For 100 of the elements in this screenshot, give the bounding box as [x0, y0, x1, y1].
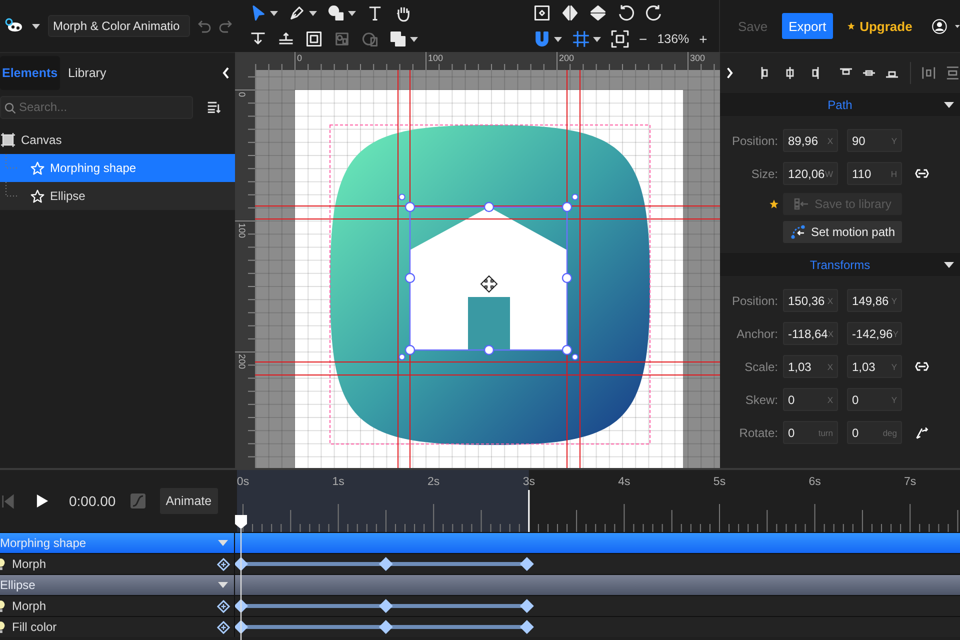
play-icon[interactable]: [36, 493, 49, 509]
layer-list-item[interactable]: Canvas: [0, 126, 235, 154]
frame-select-icon[interactable]: [305, 30, 323, 48]
redo-icon[interactable]: [218, 18, 234, 34]
zoom-in-button[interactable]: +: [699, 31, 708, 47]
skip-to-start-icon[interactable]: [2, 494, 14, 508]
section-title: Path: [828, 98, 852, 112]
time-label: 4s: [618, 476, 630, 488]
shapes-icon[interactable]: [327, 4, 345, 22]
work-area-end-line[interactable]: [528, 490, 530, 532]
keyframe[interactable]: [235, 620, 248, 634]
property-label: Anchor:: [736, 326, 778, 340]
number-field[interactable]: 0 deg: [847, 421, 902, 444]
number-field[interactable]: 0 turn: [783, 421, 838, 444]
distribute-horizontal-icon[interactable]: [921, 65, 937, 81]
number-field[interactable]: -118,64X: [783, 322, 838, 345]
caret-icon[interactable]: [32, 24, 40, 28]
caret-icon[interactable]: [955, 24, 960, 28]
resize-handle[interactable]: [404, 272, 416, 284]
fit-selection-icon[interactable]: [533, 4, 551, 22]
time-ruler[interactable]: [237, 470, 960, 532]
rotate-right-icon[interactable]: [645, 4, 663, 22]
number-field[interactable]: 120,06W: [783, 162, 838, 185]
number-field[interactable]: 150,36 X: [783, 289, 838, 312]
caret-icon[interactable]: [410, 36, 418, 42]
add-keyframe-icon[interactable]: [217, 600, 230, 612]
undo-icon[interactable]: [196, 18, 212, 34]
resize-handle[interactable]: [484, 202, 494, 212]
add-keyframe-icon[interactable]: [217, 558, 230, 570]
resize-handle[interactable]: [562, 344, 572, 356]
rotate-handle[interactable]: [398, 194, 406, 200]
arrange-icon[interactable]: [389, 30, 407, 48]
caret-icon[interactable]: [270, 10, 278, 16]
keyframe[interactable]: [520, 620, 534, 634]
keyframe[interactable]: [378, 620, 393, 634]
number-field[interactable]: 1,03 X: [783, 355, 838, 378]
zoom-out-button[interactable]: −: [639, 31, 648, 47]
link-icon[interactable]: [915, 168, 929, 179]
flip-vertical-icon[interactable]: [589, 4, 607, 22]
project-title-field[interactable]: Morph & Color Animatio: [48, 15, 190, 37]
number-field[interactable]: 0 Y: [847, 388, 902, 411]
time-label: 2s: [428, 476, 440, 488]
resize-handle[interactable]: [562, 272, 572, 284]
link-icon[interactable]: [915, 361, 929, 372]
rotate-handle[interactable]: [572, 354, 578, 360]
number-field[interactable]: 1,03 Y: [847, 355, 902, 378]
section-header[interactable]: Transforms: [720, 253, 960, 276]
caret-icon[interactable]: [348, 10, 356, 16]
export-button[interactable]: Export: [782, 13, 834, 39]
rotate-handle[interactable]: [398, 354, 406, 360]
search-field[interactable]: Search...: [0, 96, 193, 118]
grid-icon[interactable]: [572, 30, 590, 48]
resize-handle[interactable]: [484, 344, 494, 356]
group-icon[interactable]: [333, 30, 351, 48]
sort-icon[interactable]: [207, 100, 221, 114]
keyframe[interactable]: [378, 557, 393, 571]
rotate-handle[interactable]: [572, 194, 578, 200]
add-keyframe-icon[interactable]: [217, 620, 230, 634]
magnet-icon[interactable]: [533, 30, 551, 48]
caret-icon[interactable]: [309, 10, 317, 16]
panel-tab[interactable]: Library: [66, 56, 118, 90]
caret-icon[interactable]: [554, 36, 562, 42]
number-field[interactable]: 90 Y: [847, 129, 902, 152]
keyframe[interactable]: [235, 599, 248, 613]
resize-handle[interactable]: [404, 202, 416, 212]
number-field[interactable]: 89,96 X: [783, 129, 838, 152]
keyframe[interactable]: [378, 599, 393, 613]
time-label: 0s: [237, 476, 250, 488]
upgrade-button[interactable]: Upgrade: [860, 13, 912, 39]
keyframe[interactable]: [520, 557, 534, 571]
section-header[interactable]: Path: [720, 93, 960, 116]
number-field[interactable]: 0 X: [783, 388, 838, 411]
layer-list-item[interactable]: Morphing shape: [0, 154, 235, 182]
section-title: Transforms: [810, 258, 870, 272]
caret-icon[interactable]: [593, 36, 601, 42]
property-label: Skew:: [744, 392, 778, 406]
keyframe[interactable]: [235, 557, 248, 571]
tree-connector-line: [5, 154, 19, 169]
number-field[interactable]: -142,96Y: [847, 322, 902, 345]
keyframe[interactable]: [520, 599, 534, 613]
flip-horizontal-icon[interactable]: [561, 4, 579, 22]
angle-icon[interactable]: [915, 426, 929, 440]
resize-handle[interactable]: [404, 344, 416, 356]
number-field[interactable]: 149,86 Y: [847, 289, 902, 312]
fit-screen-icon[interactable]: [611, 30, 629, 48]
resize-handle[interactable]: [562, 202, 572, 212]
rotate-left-icon[interactable]: [617, 4, 635, 22]
timeline-layer-row[interactable]: Ellipse: [0, 574, 960, 595]
number-field[interactable]: 110 H: [847, 162, 902, 185]
animate-button[interactable]: Animate: [160, 488, 218, 514]
caret-icon[interactable]: [944, 262, 954, 268]
playhead[interactable]: [234, 514, 248, 640]
distribute-vertical-icon[interactable]: [944, 65, 960, 81]
set-motion-path-button[interactable]: Set motion path: [783, 221, 902, 243]
ruler-label: 100: [237, 223, 247, 238]
layer-list-item[interactable]: Ellipse: [0, 182, 235, 210]
panel-tab[interactable]: Elements: [0, 56, 60, 90]
mask-icon[interactable]: [361, 30, 379, 48]
caret-icon[interactable]: [944, 102, 954, 108]
pen-tool-icon[interactable]: [288, 4, 306, 22]
